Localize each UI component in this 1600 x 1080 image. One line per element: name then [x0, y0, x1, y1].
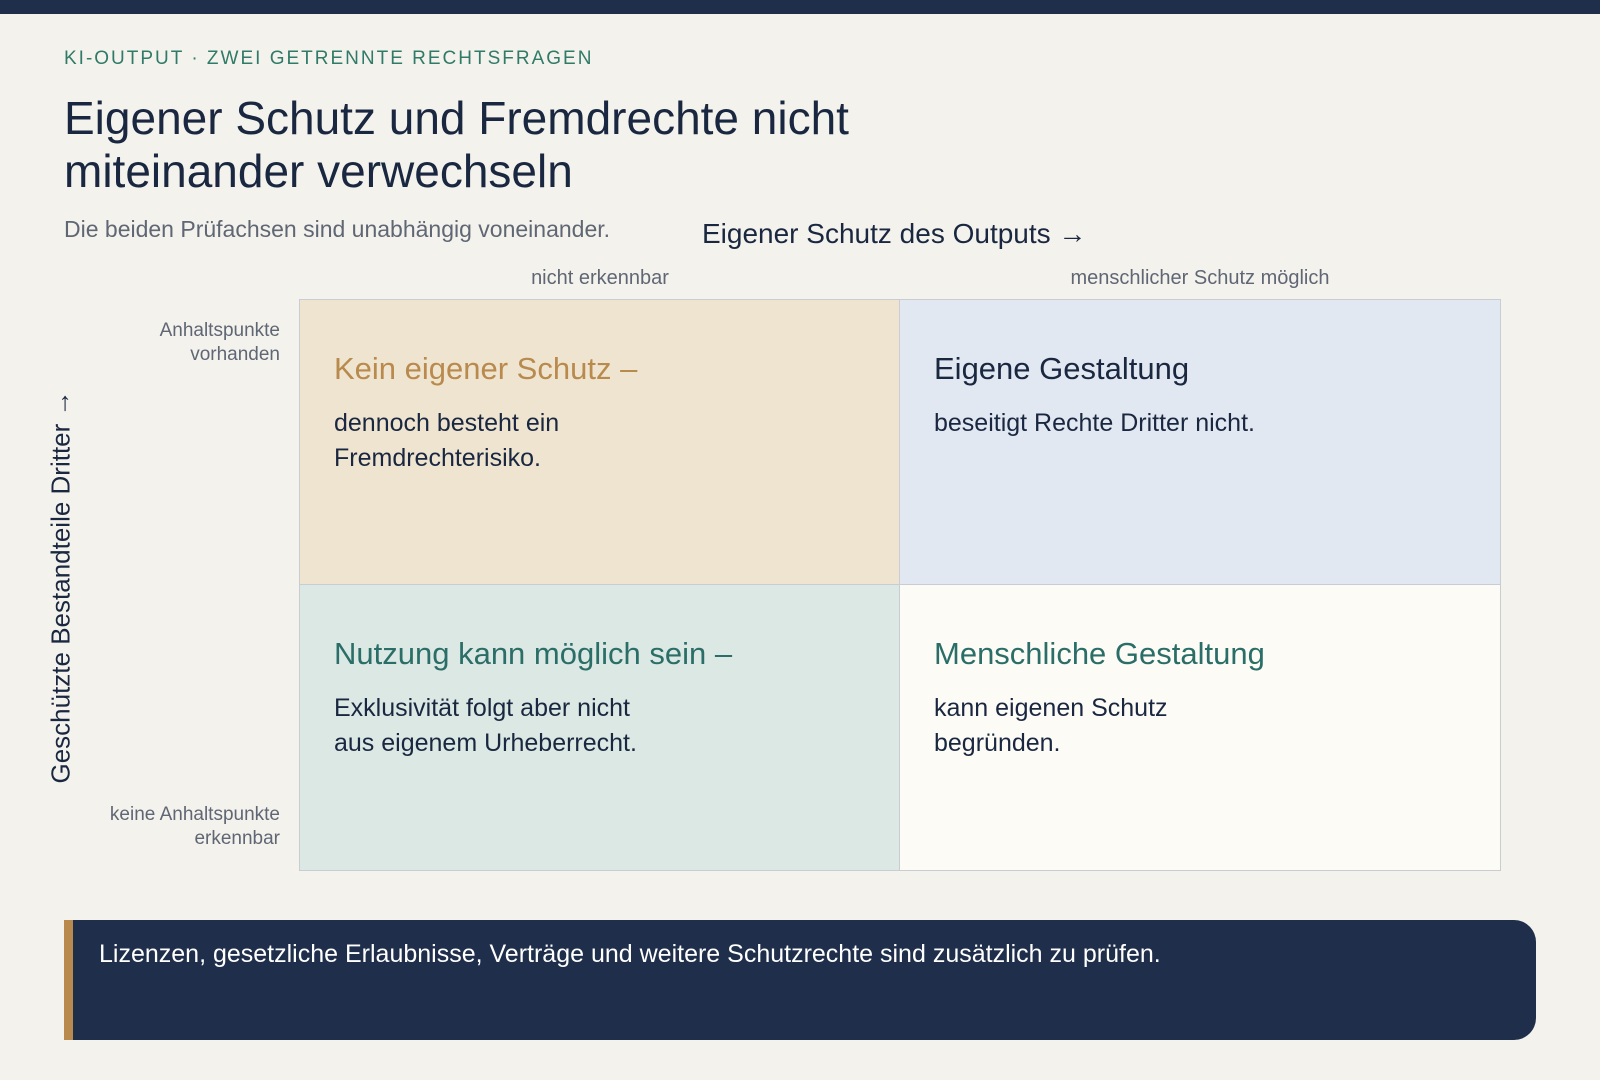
top-bar [0, 0, 1600, 14]
quadrant-bottom-right: Menschliche Gestaltung kann eigenen Schu… [900, 585, 1500, 870]
page-subtitle: Die beiden Prüfachsen sind unabhängig vo… [64, 216, 611, 242]
x-axis-title: Eigener Schutz des Outputs → [702, 218, 1087, 249]
x-axis-label-not-recognizable: nicht erkennbar [531, 267, 669, 289]
y-axis-title: Geschützte Bestandteile Dritter → [45, 390, 76, 784]
quadrant-top-right: Eigene Gestaltung beseitigt Rechte Dritt… [900, 300, 1500, 585]
quadrant-matrix: Kein eigener Schutz – dennoch besteht ei… [299, 299, 1501, 871]
y-axis-label-no-indications: keine Anhaltspunkte erkennbar [109, 804, 280, 849]
quadrant-heading: Kein eigener Schutz – [334, 351, 638, 386]
quadrant-heading: Eigene Gestaltung [934, 351, 1190, 386]
quadrant-text: Exklusivität folgt aber nicht aus eigene… [334, 694, 637, 757]
quadrant-text: beseitigt Rechte Dritter nicht. [934, 409, 1255, 437]
quadrant-heading: Menschliche Gestaltung [934, 636, 1265, 671]
quadrant-bottom-left: Nutzung kann möglich sein – Exklusivität… [300, 585, 900, 870]
quadrant-text: kann eigenen Schutz begründen. [934, 694, 1168, 757]
quadrant-heading: Nutzung kann möglich sein – [334, 636, 733, 671]
footer-note: Lizenzen, gesetzliche Erlaubnisse, Vertr… [64, 920, 1536, 1040]
x-axis-label-human-protection: menschlicher Schutz möglich [1070, 267, 1330, 289]
quadrant-text: dennoch besteht ein Fremdrechterisiko. [334, 409, 560, 472]
y-axis-label-indications-present: Anhaltspunkte vorhanden [159, 320, 280, 365]
quadrant-top-left: Kein eigener Schutz – dennoch besteht ei… [300, 300, 900, 585]
eyebrow-label: KI-OUTPUT · ZWEI GETRENNTE RECHTSFRAGEN [64, 48, 594, 69]
page-title: Eigener Schutz und Fremdrechte nicht mit… [64, 92, 849, 197]
